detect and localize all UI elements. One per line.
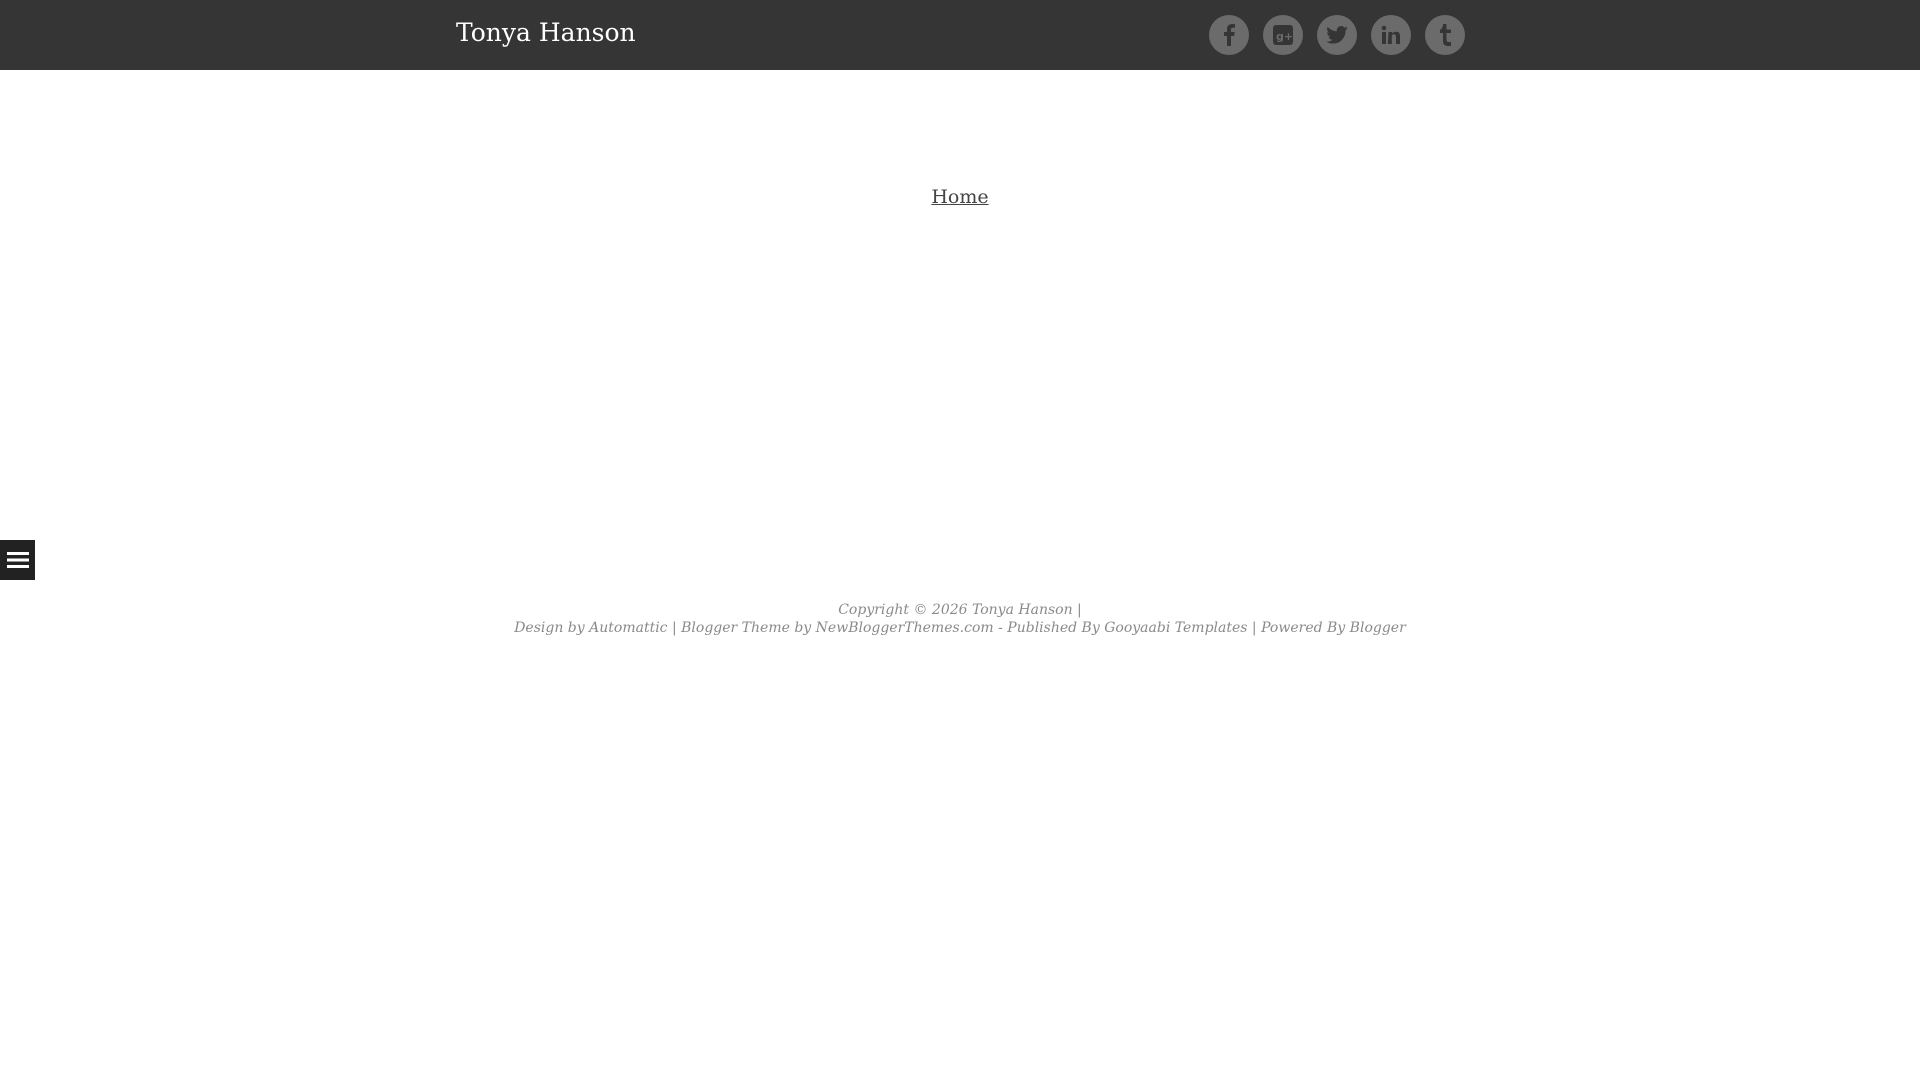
- newbloggerthemes-link[interactable]: NewBloggerThemes.com: [816, 620, 994, 636]
- hamburger-menu-icon: [6, 552, 29, 568]
- site-title-link[interactable]: Tonya Hanson: [456, 18, 636, 47]
- facebook-button[interactable]: [1209, 15, 1249, 55]
- published-by-label: - Published By: [998, 620, 1100, 636]
- credits-line: Design by Automattic | Blogger Theme by …: [0, 619, 1920, 637]
- automattic-link[interactable]: Automattic: [589, 620, 667, 636]
- blogger-link[interactable]: Blogger: [1350, 620, 1406, 636]
- tumblr-button[interactable]: [1425, 15, 1465, 55]
- home-nav: Home: [0, 186, 1920, 208]
- twitter-icon: [1326, 26, 1348, 44]
- social-icons: g+: [1209, 15, 1465, 55]
- separator: |: [1251, 620, 1257, 636]
- linkedin-button[interactable]: [1371, 15, 1411, 55]
- separator: |: [671, 620, 677, 636]
- svg-text:g+: g+: [1276, 30, 1293, 43]
- footer: Copyright © 2026 Tonya Hanson | Design b…: [0, 601, 1920, 637]
- google-plus-icon: g+: [1273, 25, 1293, 45]
- facebook-icon: [1224, 24, 1235, 46]
- menu-toggle-button[interactable]: [0, 540, 35, 580]
- gooyaabi-link[interactable]: Gooyaabi Templates: [1104, 620, 1247, 636]
- powered-by-label: Powered By: [1261, 620, 1346, 636]
- tumblr-icon: [1440, 24, 1451, 46]
- blogger-theme-by-label: Blogger Theme by: [681, 620, 812, 636]
- google-plus-button[interactable]: g+: [1263, 15, 1303, 55]
- twitter-button[interactable]: [1317, 15, 1357, 55]
- copyright-line: Copyright © 2026 Tonya Hanson |: [0, 601, 1920, 619]
- linkedin-icon: [1381, 25, 1400, 44]
- design-by-label: Design by: [514, 620, 585, 636]
- home-link[interactable]: Home: [931, 186, 988, 208]
- copyright-text: Copyright © 2026 Tonya Hanson |: [838, 602, 1082, 618]
- top-header-bar: Tonya Hanson g+: [0, 0, 1920, 70]
